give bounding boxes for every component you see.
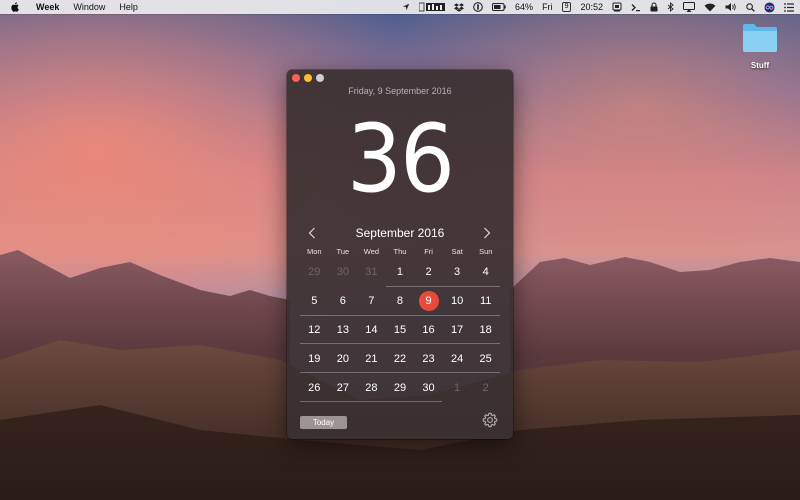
calendar-day[interactable]: 30 (414, 373, 443, 402)
calendar-day[interactable]: 7 (357, 287, 386, 316)
terminal-icon[interactable] (631, 0, 641, 14)
calendar-day[interactable]: 26 (300, 373, 329, 402)
weekday-mon: Mon (306, 247, 322, 256)
dropbox-icon[interactable] (454, 0, 465, 14)
calendar-day[interactable]: 29 (386, 373, 415, 402)
weekday-tue: Tue (336, 247, 350, 256)
calendar-day[interactable]: 15 (386, 316, 415, 345)
calendar-day[interactable]: 21 (357, 344, 386, 373)
onepassword-icon[interactable] (473, 0, 483, 14)
calendar-day-today[interactable]: 9 (414, 287, 443, 316)
menu-bar: Week Window Help 64% Fri 9 20:52 (0, 0, 800, 14)
istat-menu-icon[interactable] (419, 0, 446, 14)
calendar-day[interactable]: 1 (443, 373, 472, 402)
calendar-day[interactable]: 18 (471, 316, 500, 345)
calendar-day[interactable]: 29 (300, 258, 329, 287)
calendar-week-row: 19 20 21 22 23 24 25 (300, 344, 500, 374)
desktop-folder-stuff[interactable]: Stuff (736, 22, 784, 70)
settings-button[interactable] (481, 411, 499, 429)
calendar-day[interactable]: 19 (300, 344, 329, 373)
siri-icon[interactable] (764, 0, 775, 14)
week-app-window: Friday, 9 September 2016 36 September 20… (287, 70, 513, 439)
airplay-icon[interactable] (683, 0, 695, 14)
minimize-button[interactable] (304, 74, 312, 82)
full-date-label: Friday, 9 September 2016 (348, 86, 452, 96)
calendar-day[interactable]: 10 (443, 287, 472, 316)
calendar-day[interactable]: 13 (329, 316, 358, 345)
folder-icon (743, 24, 777, 52)
calendar-day[interactable]: 6 (329, 287, 358, 316)
zoom-button[interactable] (316, 74, 324, 82)
menu-help[interactable]: Help (112, 0, 145, 14)
calendar-day[interactable]: 11 (471, 287, 500, 316)
calendar-grid: 29 30 31 1 2 3 4 5 6 7 8 9 10 11 12 13 1… (300, 258, 500, 402)
weekday-fri: Fri (424, 247, 433, 256)
calendar-week-row: 5 6 7 8 9 10 11 (300, 287, 500, 316)
calendar-day[interactable]: 20 (329, 344, 358, 373)
menu-app-week[interactable]: Week (29, 0, 66, 14)
close-button[interactable] (292, 74, 300, 82)
spotlight-search-icon[interactable] (746, 0, 755, 14)
desktop: Week Window Help 64% Fri 9 20:52 Stuff F… (0, 0, 800, 500)
calendar-day[interactable]: 27 (329, 373, 358, 402)
folder-label: Stuff (750, 61, 770, 70)
scanner-icon[interactable] (612, 0, 622, 14)
calendar-week-row: 12 13 14 15 16 17 18 (300, 316, 500, 345)
menubar-date-box[interactable]: 9 (561, 2, 572, 12)
calendar-day[interactable]: 14 (357, 316, 386, 345)
weekday-wed: Wed (363, 247, 380, 256)
gear-icon (482, 412, 498, 428)
weekday-sun: Sun (479, 247, 493, 256)
calendar-day[interactable]: 1 (386, 258, 415, 287)
menubar-day[interactable]: Fri (542, 0, 553, 14)
calendar-day[interactable]: 28 (357, 373, 386, 402)
calendar-day[interactable]: 12 (300, 316, 329, 345)
week-number: 36 (346, 105, 455, 214)
bluetooth-icon[interactable] (667, 0, 674, 14)
chevron-right-icon (484, 227, 491, 239)
next-month-button[interactable] (480, 226, 494, 240)
calendar-day[interactable]: 23 (414, 344, 443, 373)
battery-percent: 64% (515, 2, 534, 12)
location-arrow-icon (402, 0, 410, 14)
calendar-day[interactable]: 5 (300, 287, 329, 316)
apple-icon[interactable] (10, 2, 21, 13)
calendar-day[interactable]: 3 (443, 258, 472, 287)
calendar-day[interactable]: 4 (471, 258, 500, 287)
battery-icon[interactable] (492, 0, 506, 14)
lock-icon[interactable] (650, 0, 658, 14)
weekday-sat: Sat (451, 247, 463, 256)
calendar-day[interactable]: 25 (471, 344, 500, 373)
calendar-day[interactable]: 16 (414, 316, 443, 345)
window-controls (292, 74, 324, 82)
today-button[interactable]: Today (300, 416, 347, 429)
calendar-day[interactable]: 2 (414, 258, 443, 287)
menubar-clock[interactable]: 20:52 (580, 0, 603, 14)
weekday-thu: Thu (393, 247, 407, 256)
calendar-day[interactable]: 31 (357, 258, 386, 287)
wifi-icon[interactable] (704, 0, 716, 14)
calendar-day[interactable]: 17 (443, 316, 472, 345)
weekday-header-row: Mon Tue Wed Thu Fri Sat Sun (300, 247, 500, 256)
calendar-day[interactable]: 2 (471, 373, 500, 402)
calendar-week-row: 26 27 28 29 30 1 2 (300, 373, 500, 402)
calendar-header: September 2016 (287, 224, 513, 242)
notification-center-icon[interactable] (784, 0, 794, 14)
calendar-day[interactable]: 24 (443, 344, 472, 373)
calendar-day[interactable]: 22 (386, 344, 415, 373)
calendar-day[interactable]: 30 (329, 258, 358, 287)
volume-icon[interactable] (725, 0, 737, 14)
calendar-week-row: 29 30 31 1 2 3 4 (300, 258, 500, 287)
calendar-day[interactable]: 8 (386, 287, 415, 316)
menu-window[interactable]: Window (66, 0, 112, 14)
